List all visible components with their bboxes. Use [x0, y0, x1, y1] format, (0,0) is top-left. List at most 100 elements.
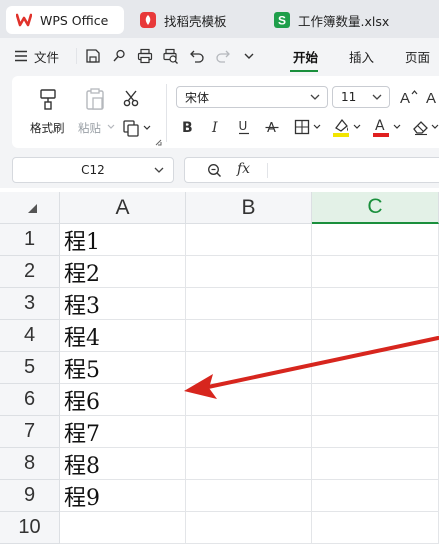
tab-page[interactable]: 页面	[405, 46, 430, 66]
zoom-icon[interactable]	[207, 163, 222, 181]
cell-b7[interactable]	[186, 416, 312, 448]
cell-a9[interactable]: 程9	[60, 480, 186, 512]
svg-text:S: S	[278, 14, 286, 28]
cell-a5[interactable]: 程5	[60, 352, 186, 384]
row-header-6[interactable]: 6	[0, 384, 60, 416]
redo-icon[interactable]	[214, 47, 232, 65]
row-header-1[interactable]: 1	[0, 224, 60, 256]
formula-input[interactable]: fx	[184, 157, 439, 183]
font-color-icon[interactable]: A	[370, 114, 392, 140]
svg-text:A: A	[426, 90, 436, 106]
formula-divider	[267, 163, 268, 178]
spreadsheet-grid: A B C 1 程1 2 程2 3 程3 4 程4 5 程5 6 程6 7 程7 8 程8 9 程9 10	[0, 192, 439, 546]
divider	[76, 48, 77, 64]
tab-docer-templates[interactable]: 找稻壳模板	[130, 6, 258, 34]
undo-icon[interactable]	[188, 47, 206, 65]
cell-c3[interactable]	[312, 288, 439, 320]
cell-c10[interactable]	[312, 512, 439, 544]
tab-label: WPS Office	[40, 12, 109, 28]
tab-label: 找稻壳模板	[164, 13, 227, 29]
cell-b6[interactable]	[186, 384, 312, 416]
row-header-8[interactable]: 8	[0, 448, 60, 480]
cell-b3[interactable]	[186, 288, 312, 320]
paste-dropdown-icon[interactable]	[106, 122, 116, 132]
cell-b5[interactable]	[186, 352, 312, 384]
cell-a2[interactable]: 程2	[60, 256, 186, 288]
paste-icon[interactable]	[82, 86, 108, 112]
cell-a8[interactable]: 程8	[60, 448, 186, 480]
increase-font-size-icon[interactable]: A	[398, 87, 420, 107]
column-header-c[interactable]: C	[312, 192, 439, 224]
cell-c6[interactable]	[312, 384, 439, 416]
fill-color-dropdown-icon[interactable]	[352, 122, 362, 132]
row-header-7[interactable]: 7	[0, 416, 60, 448]
underline-icon[interactable]: U	[234, 116, 254, 138]
column-header-b[interactable]: B	[186, 192, 312, 224]
fill-color-icon[interactable]	[330, 114, 352, 140]
cell-a3[interactable]: 程3	[60, 288, 186, 320]
cell-c1[interactable]	[312, 224, 439, 256]
borders-icon[interactable]	[292, 116, 312, 138]
column-header-a[interactable]: A	[60, 192, 186, 224]
row-header-4[interactable]: 4	[0, 320, 60, 352]
tab-workbook[interactable]: S 工作簿数量.xlsx	[264, 6, 439, 34]
cell-c5[interactable]	[312, 352, 439, 384]
clear-dropdown-icon[interactable]	[431, 122, 439, 132]
svg-text:U: U	[239, 119, 248, 133]
cell-c9[interactable]	[312, 480, 439, 512]
cell-a4[interactable]: 程4	[60, 320, 186, 352]
cell-a6[interactable]: 程6	[60, 384, 186, 416]
cell-a1[interactable]: 程1	[60, 224, 186, 256]
borders-dropdown-icon[interactable]	[312, 122, 322, 132]
format-painter-icon[interactable]	[34, 86, 62, 112]
cell-b4[interactable]	[186, 320, 312, 352]
cell-a7[interactable]: 程7	[60, 416, 186, 448]
row-header-9[interactable]: 9	[0, 480, 60, 512]
cell-b9[interactable]	[186, 480, 312, 512]
cell-c4[interactable]	[312, 320, 439, 352]
cell-b8[interactable]	[186, 448, 312, 480]
cell-a10[interactable]	[60, 512, 186, 544]
docer-logo-icon	[140, 12, 156, 28]
function-fx-icon[interactable]: fx	[237, 161, 250, 177]
font-size-select[interactable]: 11	[332, 86, 390, 108]
cell-b1[interactable]	[186, 224, 312, 256]
bold-icon[interactable]: B	[178, 116, 198, 138]
hamburger-icon	[14, 50, 28, 62]
row-header-5[interactable]: 5	[0, 352, 60, 384]
cell-c8[interactable]	[312, 448, 439, 480]
select-all-corner[interactable]	[0, 192, 60, 224]
svg-text:A: A	[400, 90, 410, 106]
copy-dropdown-icon[interactable]	[142, 123, 152, 133]
row-header-10[interactable]: 10	[0, 512, 60, 544]
share-link-icon[interactable]	[110, 47, 128, 65]
font-color-dropdown-icon[interactable]	[392, 122, 402, 132]
tab-wps-office[interactable]: WPS Office	[6, 6, 124, 34]
cell-c2[interactable]	[312, 256, 439, 288]
chevron-down-icon[interactable]	[240, 47, 258, 65]
tab-insert[interactable]: 插入	[349, 46, 374, 66]
decrease-font-size-icon[interactable]: A	[424, 87, 439, 107]
name-box[interactable]: C12	[12, 157, 174, 183]
file-menu[interactable]: 文件	[14, 46, 59, 66]
chevron-down-icon	[371, 91, 383, 106]
name-box-value: C12	[81, 163, 105, 177]
cut-icon[interactable]	[120, 87, 142, 109]
print-icon[interactable]	[136, 47, 154, 65]
spreadsheet-file-icon: S	[274, 12, 290, 28]
cell-b2[interactable]	[186, 256, 312, 288]
row-header-2[interactable]: 2	[0, 256, 60, 288]
strikethrough-icon[interactable]: A	[262, 116, 282, 138]
row-header-3[interactable]: 3	[0, 288, 60, 320]
italic-icon[interactable]: I	[206, 116, 226, 138]
clipboard-expand-icon[interactable]	[154, 138, 162, 146]
tab-home[interactable]: 开始	[293, 46, 318, 66]
font-name-select[interactable]: 宋体	[176, 86, 328, 108]
print-preview-icon[interactable]	[162, 47, 180, 65]
eraser-icon[interactable]	[410, 116, 432, 138]
save-icon[interactable]	[84, 47, 102, 65]
tab-label: 工作簿数量.xlsx	[298, 13, 390, 29]
copy-icon[interactable]	[120, 117, 142, 139]
cell-c7[interactable]	[312, 416, 439, 448]
cell-b10[interactable]	[186, 512, 312, 544]
